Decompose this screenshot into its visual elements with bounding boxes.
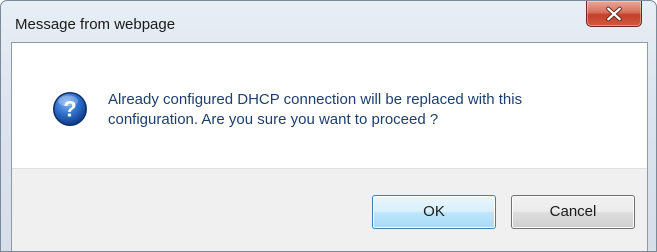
button-bar: OK Cancel [12, 168, 647, 251]
close-button[interactable] [586, 1, 642, 27]
svg-text:?: ? [63, 97, 76, 122]
question-icon: ? [53, 92, 87, 126]
dialog-content: ? Already configured DHCP connection wil… [11, 42, 648, 251]
ok-button[interactable]: OK [372, 195, 496, 229]
dialog-message: Already configured DHCP connection will … [108, 90, 628, 130]
title-bar[interactable]: Message from webpage [1, 1, 656, 42]
message-line-2: configuration. Are you sure you want to … [108, 111, 439, 128]
dialog-title: Message from webpage [15, 16, 176, 33]
close-icon [606, 6, 622, 22]
cancel-button[interactable]: Cancel [511, 195, 635, 229]
message-line-1: Already configured DHCP connection will … [108, 91, 523, 108]
message-dialog: Message from webpage ? Already configure… [0, 0, 657, 252]
